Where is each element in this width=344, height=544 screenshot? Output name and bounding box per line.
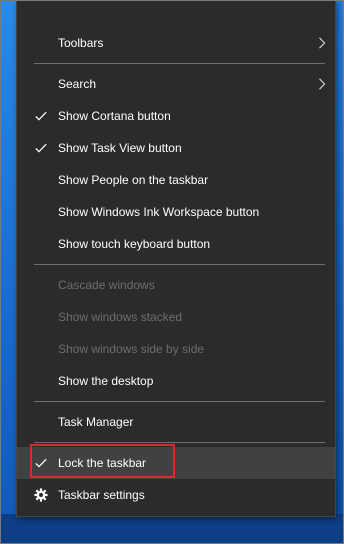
menu-separator [34,401,325,402]
menu-item-label: Cascade windows [58,278,155,292]
menu-item-label: Show the desktop [58,374,154,388]
menu-item-show-windows-ink[interactable]: Show Windows Ink Workspace button [17,196,335,228]
menu-item-show-windows-stacked: Show windows stacked [17,301,335,333]
menu-item-label: Toolbars [58,36,104,50]
taskbar-context-menu: Toolbars Search Show Cortana button Show… [16,0,336,517]
chevron-right-icon [319,78,326,90]
menu-item-taskbar-settings[interactable]: Taskbar settings [17,479,335,511]
gear-icon [34,488,48,502]
menu-separator [34,63,325,64]
menu-item-task-manager[interactable]: Task Manager [17,406,335,438]
chevron-right-icon [319,37,326,49]
menu-item-label: Show Cortana button [58,109,171,123]
menu-item-label: Show windows side by side [58,342,205,356]
checkmark-icon [35,111,47,121]
menu-item-show-the-desktop[interactable]: Show the desktop [17,365,335,397]
menu-item-label: Lock the taskbar [58,456,147,470]
taskbar[interactable] [0,514,344,544]
menu-item-label: Search [58,77,97,91]
menu-item-show-cortana-button[interactable]: Show Cortana button [17,100,335,132]
menu-item-search[interactable]: Search [17,68,335,100]
menu-item-cascade-windows: Cascade windows [17,269,335,301]
menu-item-label: Show Windows Ink Workspace button [58,205,260,219]
checkmark-icon [35,143,47,153]
menu-item-show-windows-side-by-side: Show windows side by side [17,333,335,365]
menu-item-show-touch-keyboard[interactable]: Show touch keyboard button [17,228,335,260]
menu-separator [34,442,325,443]
menu-item-label: Taskbar settings [58,488,145,502]
menu-item-label: Show Task View button [58,141,182,155]
menu-item-label: Task Manager [58,415,134,429]
menu-item-label: Show windows stacked [58,310,183,324]
menu-item-show-people[interactable]: Show People on the taskbar [17,164,335,196]
menu-item-show-task-view-button[interactable]: Show Task View button [17,132,335,164]
menu-item-lock-the-taskbar[interactable]: Lock the taskbar [17,447,335,479]
checkmark-icon [35,458,47,468]
menu-item-toolbars[interactable]: Toolbars [17,27,335,59]
menu-item-label: Show touch keyboard button [58,237,211,251]
menu-item-label: Show People on the taskbar [58,173,209,187]
menu-separator [34,264,325,265]
